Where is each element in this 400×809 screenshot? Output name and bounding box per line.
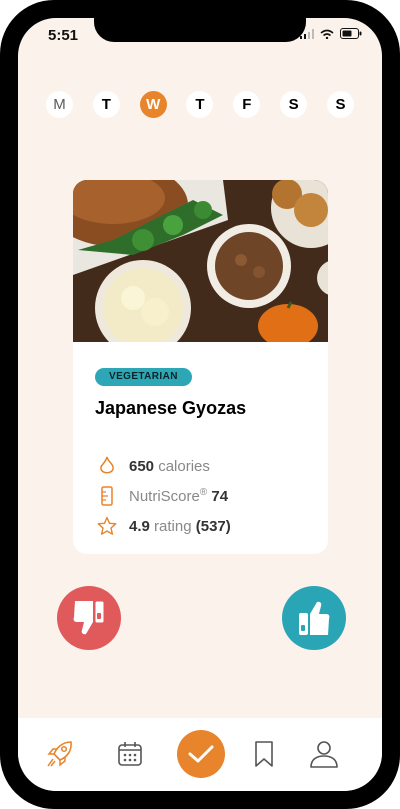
day-monday[interactable]: M xyxy=(46,91,73,118)
status-icons xyxy=(300,28,362,39)
calories-label: calories xyxy=(158,457,210,475)
week-day-selector: M T W T F S S xyxy=(46,91,354,118)
status-time: 5:51 xyxy=(48,27,79,44)
recipe-photo xyxy=(73,180,328,342)
tab-calendar[interactable] xyxy=(114,738,146,770)
nutriscore-label: NutriScore xyxy=(129,488,200,505)
recipe-card[interactable]: VEGETARIAN Japanese Gyozas 650 calories … xyxy=(73,180,328,554)
day-friday[interactable]: F xyxy=(233,91,261,118)
signal-icon xyxy=(300,28,314,39)
tab-profile[interactable] xyxy=(308,738,340,770)
nutriscore-value: 74 xyxy=(211,488,229,505)
battery-icon xyxy=(340,28,362,39)
check-icon xyxy=(188,745,214,763)
bottom-tab-bar xyxy=(18,718,382,791)
dislike-button[interactable] xyxy=(57,586,121,650)
rating-row: 4.9 rating (537) xyxy=(97,516,231,536)
calories-row: 650 calories xyxy=(97,456,210,476)
rocket-icon xyxy=(47,741,72,767)
nutriscore-row: NutriScore® 74 xyxy=(97,486,228,506)
diet-tag: VEGETARIAN xyxy=(95,368,192,386)
ruler-icon xyxy=(97,486,117,506)
day-saturday[interactable]: S xyxy=(280,91,308,118)
rating-label: rating xyxy=(154,517,192,535)
rating-value: 4.9 xyxy=(129,517,150,535)
day-tuesday[interactable]: T xyxy=(92,91,120,118)
calories-value: 650 xyxy=(129,457,155,475)
rating-count: (537) xyxy=(195,517,231,535)
tab-saved[interactable] xyxy=(248,738,280,770)
phone-frame: 5:51 M T W T F S S VEGETARIAN Japanese G… xyxy=(0,0,400,809)
app-screen: 5:51 M T W T F S S VEGETARIAN Japanese G… xyxy=(18,18,382,791)
tab-meal-plan[interactable] xyxy=(177,730,225,778)
flame-icon xyxy=(97,456,117,476)
profile-icon xyxy=(310,741,338,768)
calendar-icon xyxy=(118,742,142,766)
day-sunday[interactable]: S xyxy=(326,91,354,118)
day-wednesday[interactable]: W xyxy=(139,91,167,118)
like-button[interactable] xyxy=(282,586,346,650)
bookmark-icon xyxy=(255,741,273,767)
notch xyxy=(94,18,306,42)
tab-discover[interactable] xyxy=(44,738,76,770)
thumbs-down-icon xyxy=(73,600,105,635)
star-icon xyxy=(97,516,117,536)
registered-icon: ® xyxy=(199,487,208,498)
day-thursday[interactable]: T xyxy=(186,91,214,118)
recipe-title: Japanese Gyozas xyxy=(95,398,247,418)
wifi-icon xyxy=(320,29,334,39)
thumbs-up-icon xyxy=(299,601,330,635)
